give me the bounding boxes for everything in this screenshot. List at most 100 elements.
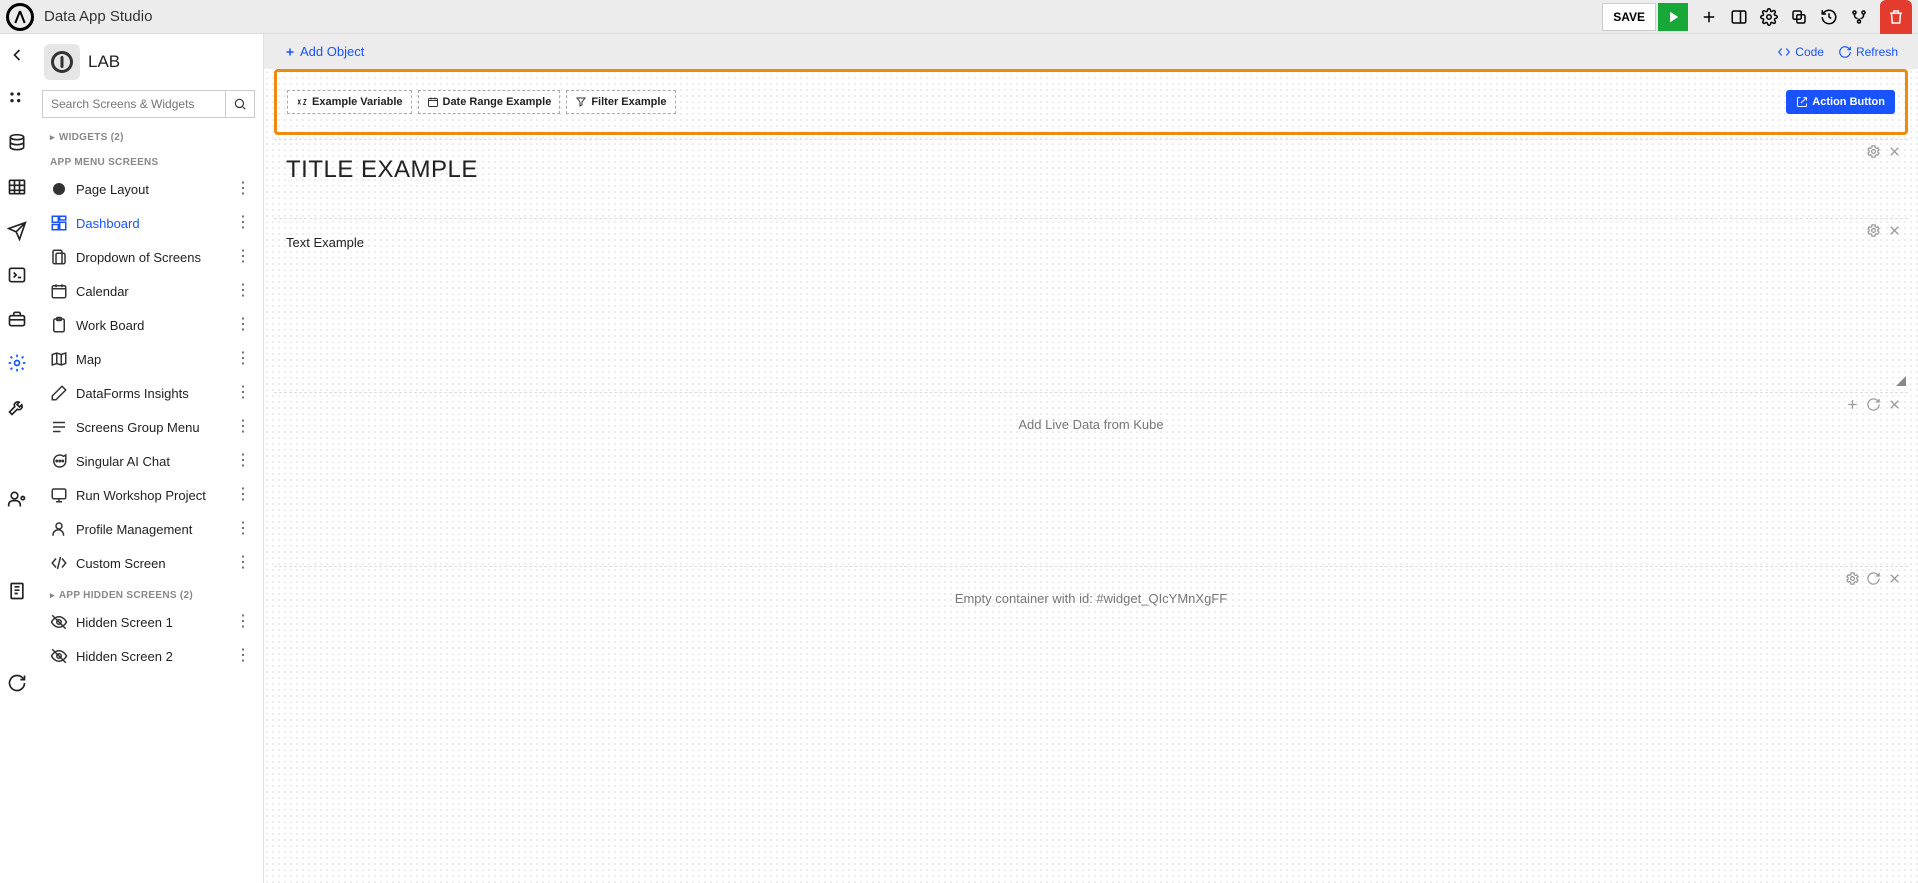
canvas[interactable]: Example Variable Date Range Example Filt… (264, 69, 1918, 883)
add-object-label: Add Object (300, 44, 364, 59)
layout-icon (48, 180, 70, 198)
more-icon[interactable]: ⋮ (231, 457, 255, 465)
more-icon[interactable]: ⋮ (231, 559, 255, 567)
add-object-button[interactable]: Add Object (284, 44, 364, 59)
screen-item-page-layout[interactable]: Page Layout ⋮ (34, 172, 263, 206)
widget-title[interactable]: TITLE EXAMPLE (274, 139, 1908, 214)
search-button[interactable] (225, 90, 255, 118)
save-button[interactable]: SAVE (1602, 3, 1656, 31)
widget-add-button[interactable] (1845, 397, 1860, 415)
refresh-button[interactable]: Refresh (1838, 45, 1898, 59)
widget-close-button[interactable] (1887, 397, 1902, 415)
rail-send-icon[interactable] (4, 218, 30, 244)
screen-item-hidden-1[interactable]: Hidden Screen 1 ⋮ (34, 605, 263, 639)
more-icon[interactable]: ⋮ (231, 185, 255, 193)
screen-label: Dashboard (76, 216, 140, 231)
widgets-section-label[interactable]: WIDGETS (2) (34, 122, 263, 147)
screen-label: Run Workshop Project (76, 488, 206, 503)
topbar-actions: SAVE (1602, 0, 1912, 34)
widget-settings-button[interactable] (1845, 571, 1860, 589)
rail-refresh-icon[interactable] (4, 670, 30, 696)
screen-item-ai-chat[interactable]: Singular AI Chat ⋮ (34, 444, 263, 478)
widget-refresh-button[interactable] (1866, 571, 1881, 589)
screen-item-hidden-2[interactable]: Hidden Screen 2 ⋮ (34, 639, 263, 673)
screen-item-custom[interactable]: Custom Screen ⋮ (34, 546, 263, 580)
action-button[interactable]: Action Button (1786, 90, 1895, 114)
screen-item-dataforms[interactable]: DataForms Insights ⋮ (34, 376, 263, 410)
screen-item-workshop[interactable]: Run Workshop Project ⋮ (34, 478, 263, 512)
rail-app-studio-icon[interactable] (4, 350, 30, 376)
variable-pill[interactable]: Example Variable (287, 90, 412, 114)
widget-refresh-button[interactable] (1866, 397, 1881, 415)
screen-label: Calendar (76, 284, 129, 299)
add-button[interactable] (1694, 2, 1724, 32)
widget-text[interactable]: Text Example (274, 218, 1908, 388)
more-icon[interactable]: ⋮ (231, 618, 255, 626)
rail-database-icon[interactable] (4, 130, 30, 156)
calendar-icon (48, 282, 70, 300)
screen-item-workboard[interactable]: Work Board ⋮ (34, 308, 263, 342)
map-icon (48, 350, 70, 368)
resize-handle-icon[interactable] (1896, 376, 1906, 386)
delete-button[interactable] (1880, 0, 1912, 34)
more-icon[interactable]: ⋮ (231, 253, 255, 261)
rail-terminal-icon[interactable] (4, 262, 30, 288)
more-icon[interactable]: ⋮ (231, 652, 255, 660)
screen-label: Dropdown of Screens (76, 250, 201, 265)
rail-docs-icon[interactable] (4, 578, 30, 604)
screen-item-profile[interactable]: Profile Management ⋮ (34, 512, 263, 546)
top-bar: Data App Studio SAVE (0, 0, 1918, 34)
rail-tools-icon[interactable] (4, 394, 30, 420)
screen-label: Work Board (76, 318, 144, 333)
menu-screens-section-label: APP MENU SCREENS (34, 147, 263, 172)
widget-settings-button[interactable] (1866, 223, 1881, 241)
run-button[interactable] (1658, 3, 1688, 31)
rail-apps-icon[interactable] (4, 86, 30, 112)
more-icon[interactable]: ⋮ (231, 525, 255, 533)
rail-toolbox-icon[interactable] (4, 306, 30, 332)
panel-toggle-button[interactable] (1724, 2, 1754, 32)
screen-item-screens-group[interactable]: Screens Group Menu ⋮ (34, 410, 263, 444)
screen-label: Hidden Screen 1 (76, 615, 173, 630)
rail-users-icon[interactable] (4, 486, 30, 512)
search-input[interactable] (42, 90, 225, 118)
branch-button[interactable] (1844, 2, 1874, 32)
app-title: Data App Studio (44, 8, 152, 25)
widget-live-data[interactable]: Add Live Data from Kube (274, 392, 1908, 562)
rail-table-icon[interactable] (4, 174, 30, 200)
collapse-rail-button[interactable] (4, 42, 30, 68)
more-icon[interactable]: ⋮ (231, 355, 255, 363)
widget-empty-container[interactable]: Empty container with id: #widget_QIcYMnX… (274, 566, 1908, 636)
main-area: LAB WIDGETS (2) APP MENU SCREENS Page La… (0, 34, 1918, 883)
screen-item-calendar[interactable]: Calendar ⋮ (34, 274, 263, 308)
screen-label: Page Layout (76, 182, 149, 197)
code-toggle-button[interactable]: Code (1777, 45, 1824, 59)
more-icon[interactable]: ⋮ (231, 389, 255, 397)
title-text: TITLE EXAMPLE (286, 156, 1896, 184)
sidebar-header: LAB (34, 34, 263, 86)
widget-close-button[interactable] (1887, 223, 1902, 241)
more-icon[interactable]: ⋮ (231, 219, 255, 227)
user-icon (48, 520, 70, 538)
more-icon[interactable]: ⋮ (231, 287, 255, 295)
screen-item-dashboard[interactable]: Dashboard ⋮ (34, 206, 263, 240)
screen-item-map[interactable]: Map ⋮ (34, 342, 263, 376)
list-icon (48, 418, 70, 436)
copy-button[interactable] (1784, 2, 1814, 32)
daterange-pill[interactable]: Date Range Example (418, 90, 561, 114)
hidden-screens-section-label[interactable]: APP HIDDEN SCREENS (2) (34, 580, 263, 605)
widget-toolbar-selected[interactable]: Example Variable Date Range Example Filt… (274, 69, 1908, 135)
widget-close-button[interactable] (1887, 144, 1902, 162)
widget-settings-button[interactable] (1866, 144, 1881, 162)
clipboard-icon (48, 316, 70, 334)
screen-label: Hidden Screen 2 (76, 649, 173, 664)
more-icon[interactable]: ⋮ (231, 491, 255, 499)
widget-close-button[interactable] (1887, 571, 1902, 589)
history-button[interactable] (1814, 2, 1844, 32)
monitor-icon (48, 486, 70, 504)
settings-button[interactable] (1754, 2, 1784, 32)
more-icon[interactable]: ⋮ (231, 423, 255, 431)
filter-pill[interactable]: Filter Example (566, 90, 675, 114)
more-icon[interactable]: ⋮ (231, 321, 255, 329)
screen-item-dropdown[interactable]: Dropdown of Screens ⋮ (34, 240, 263, 274)
